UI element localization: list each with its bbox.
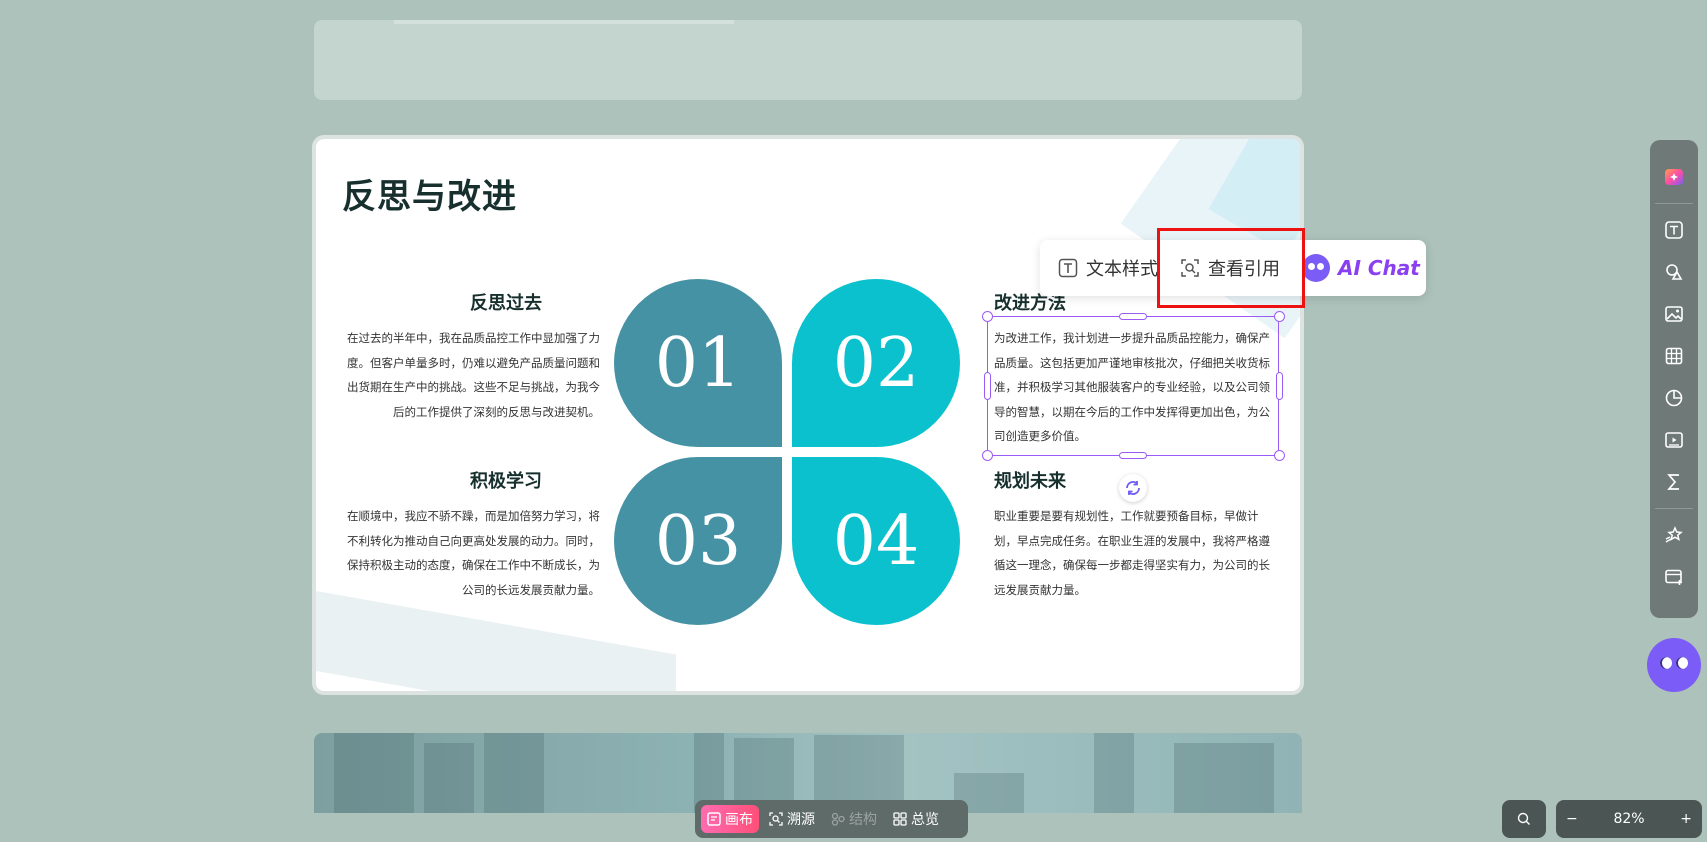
ai-chat-avatar-icon [1302, 254, 1330, 282]
search-icon [1517, 812, 1530, 825]
animation-button[interactable] [1650, 514, 1698, 556]
decor-bottom-left [316, 587, 676, 691]
section-body-reflect[interactable]: 在过去的半年中，我在品质品控工作中显加强了力度。但客户单量多时，仍难以避免产品质… [346, 326, 600, 424]
resize-handle-tl[interactable] [982, 311, 993, 322]
structure-tab[interactable]: 结构 [825, 805, 883, 833]
bg-building [334, 733, 414, 813]
source-tab-label: 溯源 [787, 812, 815, 828]
card-add-button[interactable] [1650, 556, 1698, 598]
rotate-icon [1126, 481, 1140, 495]
overview-tab-label: 总览 [911, 812, 939, 828]
zoom-control: − 82% + [1556, 800, 1702, 838]
overview-tab[interactable]: 总览 [887, 805, 945, 833]
ai-chat-label: AI Chat [1338, 256, 1420, 280]
shape-icon [1666, 264, 1683, 280]
animation-icon [1665, 526, 1683, 543]
resize-handle-top[interactable] [1119, 313, 1147, 320]
resize-handle-left[interactable] [984, 372, 991, 400]
canvas-tab-label: 画布 [725, 812, 753, 828]
section-title-reflect[interactable]: 反思过去 [470, 289, 542, 315]
selection-box [987, 316, 1279, 456]
section-title-plan[interactable]: 规划未来 [994, 467, 1066, 493]
rotate-handle[interactable] [1119, 474, 1147, 502]
section-body-learn[interactable]: 在顺境中，我应不骄不躁，而是加倍努力学习，将不利转化为推动自己向更高处发展的动力… [346, 504, 600, 602]
formula-icon [1667, 474, 1679, 490]
insert-text-button[interactable] [1650, 209, 1698, 251]
resize-handle-right[interactable] [1276, 372, 1283, 400]
petal-04[interactable]: 04 [792, 457, 960, 625]
insert-shape-button[interactable] [1650, 251, 1698, 293]
source-icon [769, 812, 783, 826]
bg-building [1094, 733, 1134, 813]
media-icon [1665, 432, 1683, 448]
table-icon [1665, 347, 1683, 365]
bg-building [424, 743, 474, 813]
petal-01[interactable]: 01 [614, 279, 782, 447]
chart-icon [1665, 389, 1683, 407]
structure-icon [831, 812, 845, 826]
canvas-tab[interactable]: 画布 [701, 805, 759, 833]
bg-building [1174, 743, 1274, 813]
text-style-button[interactable]: 文本样式 [1058, 255, 1158, 281]
section-body-plan[interactable]: 职业重要是要有规划性，工作就要预备目标，早做计划，早点完成任务。在职业生涯的发展… [994, 504, 1272, 602]
insert-chart-button[interactable] [1650, 377, 1698, 419]
slide-title[interactable]: 反思与改进 [342, 169, 517, 218]
source-tab[interactable]: 溯源 [763, 805, 821, 833]
ai-chat-button[interactable]: AI Chat [1302, 254, 1420, 282]
view-mode-bar: 画布 溯源 结构 总览 [695, 800, 968, 838]
resize-handle-bottom[interactable] [1119, 452, 1147, 459]
petal-03[interactable]: 03 [614, 457, 782, 625]
zoom-level[interactable]: 82% [1613, 811, 1644, 827]
zoom-in-button[interactable]: + [1680, 811, 1692, 827]
text-icon [1665, 221, 1683, 239]
ai-assistant-button[interactable] [1647, 638, 1701, 692]
zoom-out-button[interactable]: − [1566, 811, 1578, 827]
canvas-icon [707, 812, 721, 826]
overview-icon [893, 812, 907, 826]
sidebar-divider [1655, 203, 1693, 204]
ai-sparkle-button[interactable] [1650, 156, 1698, 198]
petal-02[interactable]: 02 [792, 279, 960, 447]
highlight-box [1157, 228, 1305, 308]
insert-table-button[interactable] [1650, 335, 1698, 377]
search-button[interactable] [1502, 800, 1546, 838]
insert-formula-button[interactable] [1650, 461, 1698, 503]
bg-building [484, 733, 544, 813]
resize-handle-tr[interactable] [1274, 311, 1285, 322]
card-add-icon [1665, 569, 1682, 585]
previous-slide[interactable] [314, 20, 1302, 100]
text-style-label: 文本样式 [1086, 259, 1158, 280]
right-sidebar [1650, 140, 1698, 618]
ai-sparkle-icon [1665, 169, 1683, 185]
text-style-icon [1058, 258, 1078, 278]
insert-image-button[interactable] [1650, 293, 1698, 335]
insert-media-button[interactable] [1650, 419, 1698, 461]
image-icon [1665, 306, 1683, 322]
structure-tab-label: 结构 [849, 812, 877, 828]
sidebar-divider [1655, 508, 1693, 509]
section-title-learn[interactable]: 积极学习 [470, 467, 542, 493]
previous-slide-bar [394, 20, 734, 24]
resize-handle-bl[interactable] [982, 450, 993, 461]
resize-handle-br[interactable] [1274, 450, 1285, 461]
